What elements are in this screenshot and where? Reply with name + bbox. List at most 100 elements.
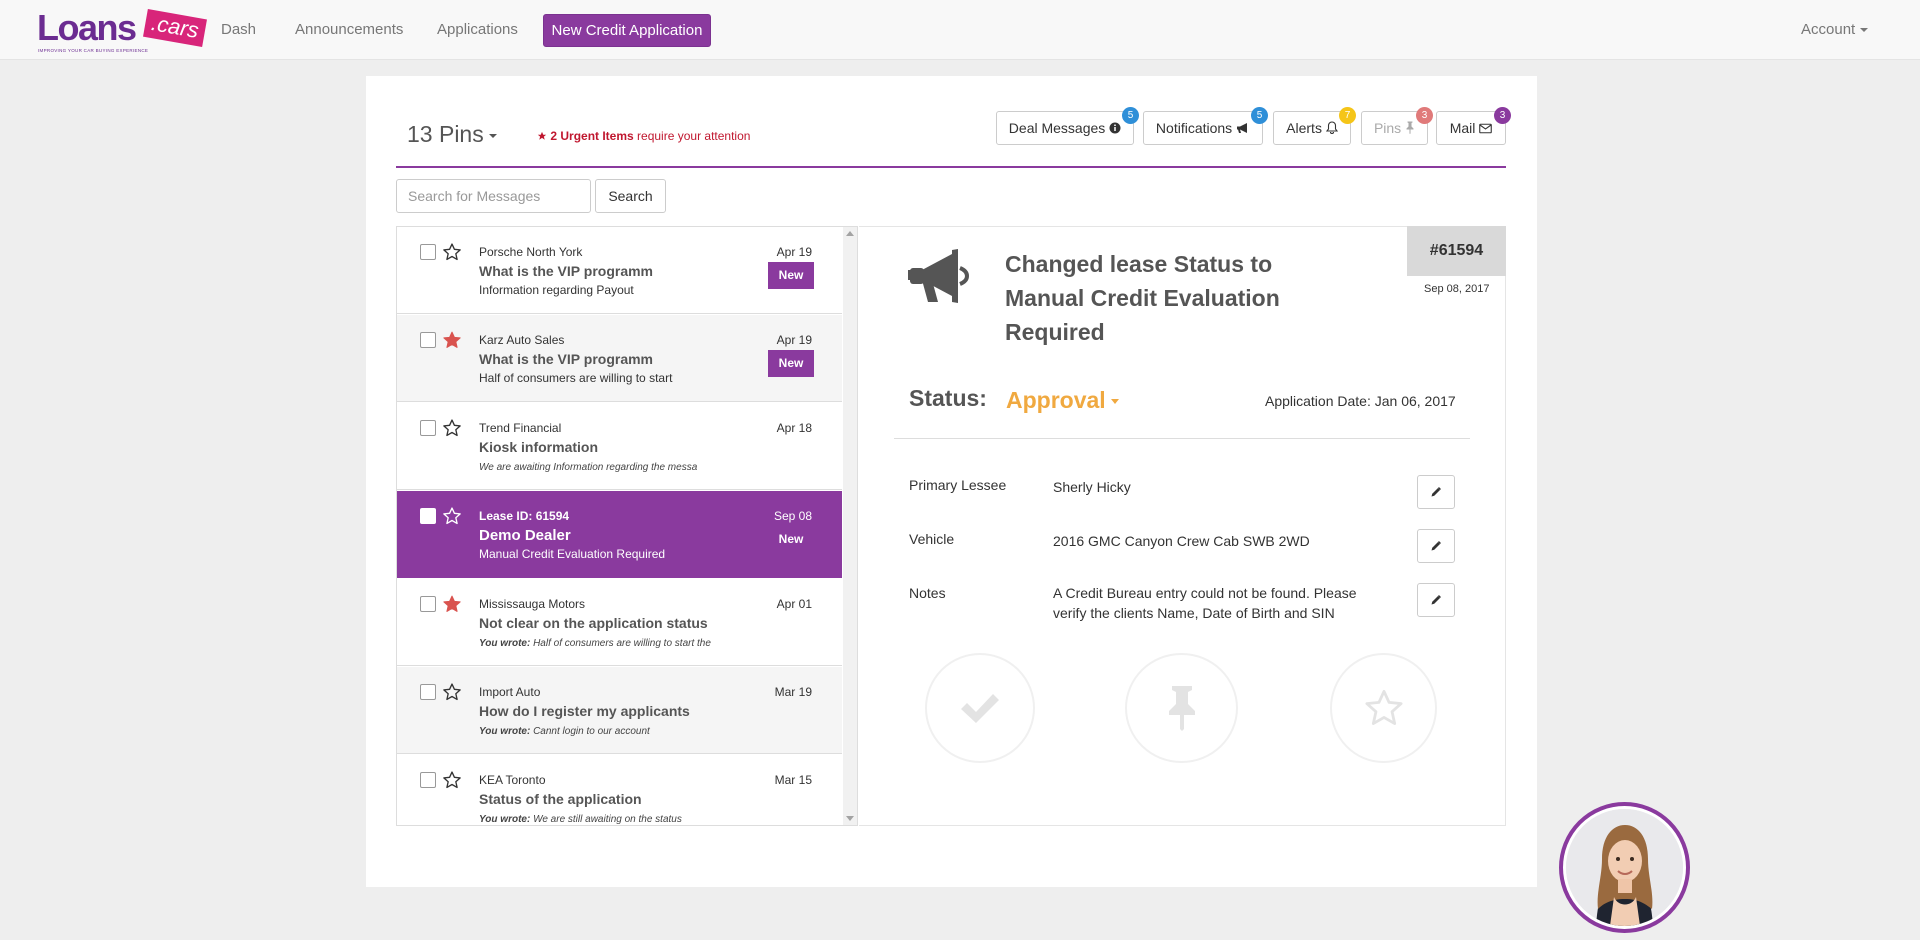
message-subject: What is the VIP programm	[479, 263, 653, 279]
message-item[interactable]: Mississauga Motors Not clear on the appl…	[397, 579, 842, 666]
preview-prefix: You wrote:	[479, 638, 531, 649]
alerts-label: Alerts	[1286, 120, 1322, 136]
pencil-icon	[1431, 487, 1441, 497]
edit-primary-lessee-button[interactable]	[1417, 475, 1455, 509]
approve-action-button[interactable]	[925, 653, 1035, 763]
star-outline-icon[interactable]	[442, 418, 462, 438]
pencil-icon	[1431, 595, 1441, 605]
top-navbar: Loans .cars IMPROVING YOUR CAR BUYING EX…	[0, 0, 1920, 60]
message-checkbox[interactable]	[420, 684, 436, 700]
preview-text: Half of consumers are willing to start t…	[530, 638, 711, 649]
star-outline-icon[interactable]	[442, 682, 462, 702]
star-filled-icon[interactable]	[442, 594, 462, 614]
preview-prefix: You wrote:	[479, 726, 531, 737]
notes-value: A Credit Bureau entry could not be found…	[1053, 585, 1357, 621]
search-button[interactable]: Search	[595, 179, 666, 213]
nav-announcements-link[interactable]: Announcements	[295, 21, 403, 38]
pencil-icon	[1431, 541, 1441, 551]
alerts-button[interactable]: Alerts 7	[1273, 107, 1356, 145]
header-divider	[396, 166, 1506, 168]
new-badge: New	[778, 532, 804, 546]
message-date: Apr 01	[776, 597, 812, 611]
message-checkbox[interactable]	[420, 508, 436, 524]
message-preview: You wrote: Half of consumers are willing…	[479, 638, 711, 649]
message-item[interactable]: Import Auto How do I register my applica…	[397, 667, 842, 754]
pins-dropdown[interactable]: 13 Pins	[407, 121, 497, 148]
nav-applications-link[interactable]: Applications	[437, 21, 518, 38]
message-item-selected[interactable]: Lease ID: 61594 Demo Dealer Manual Credi…	[397, 491, 842, 578]
scroll-up-arrow-icon[interactable]	[846, 231, 854, 236]
message-sender: Lease ID: 61594	[479, 509, 570, 523]
mail-label: Mail	[1449, 120, 1476, 136]
primary-lessee-label: Primary Lessee	[909, 477, 1007, 493]
star-action-button[interactable]	[1330, 653, 1437, 763]
bullhorn-icon	[1237, 123, 1248, 133]
scroll-down-arrow-icon[interactable]	[846, 816, 854, 821]
message-sender: Mississauga Motors	[479, 597, 586, 611]
loans-cars-logo[interactable]: Loans .cars IMPROVING YOUR CAR BUYING EX…	[37, 7, 207, 54]
notifications-badge: 5	[1251, 107, 1268, 124]
alerts-badge: 7	[1339, 107, 1356, 124]
star-outline-icon[interactable]	[442, 770, 462, 790]
message-checkbox[interactable]	[420, 420, 436, 436]
message-checkbox[interactable]	[420, 596, 436, 612]
message-date: Mar 19	[774, 685, 812, 699]
notifications-button[interactable]: Notifications 5	[1143, 107, 1268, 145]
message-date: Apr 19	[776, 245, 812, 259]
preview-prefix: You wrote:	[479, 814, 531, 825]
info-circle-icon	[1109, 122, 1121, 134]
message-checkbox[interactable]	[420, 244, 436, 260]
account-label: Account	[1801, 21, 1856, 38]
logo-tagline: IMPROVING YOUR CAR BUYING EXPERIENCE	[38, 48, 149, 53]
deal-messages-button[interactable]: Deal Messages 5	[996, 107, 1139, 145]
bell-icon	[1325, 121, 1338, 134]
caret-down-icon	[1860, 28, 1869, 33]
edit-notes-button[interactable]	[1417, 583, 1455, 617]
star-outline-icon[interactable]	[442, 242, 462, 262]
star-outline-icon[interactable]	[442, 506, 462, 526]
message-checkbox[interactable]	[420, 332, 436, 348]
mail-button[interactable]: Mail 3	[1436, 107, 1511, 145]
person-portrait-icon	[1566, 809, 1683, 926]
preview-text: Cannt login to our account	[530, 726, 650, 737]
lease-id-date: Sep 08, 2017	[1424, 283, 1490, 295]
urgent-suffix: require your attention	[633, 129, 751, 143]
message-item[interactable]: KEA Toronto Status of the application Yo…	[397, 755, 842, 825]
message-item[interactable]: Trend Financial Kiosk information We are…	[397, 403, 842, 490]
message-preview: You wrote: Cannt login to our account	[479, 726, 650, 737]
star-filled-icon[interactable]	[442, 330, 462, 350]
application-date: Application Date: Jan 06, 2017	[1265, 393, 1456, 409]
message-preview: We are awaiting Information regarding th…	[479, 462, 698, 473]
message-preview: Half of consumers are willing to start	[479, 371, 673, 385]
message-subject: Kiosk information	[479, 439, 599, 455]
status-dropdown[interactable]: Approval	[1006, 387, 1119, 414]
message-sender: KEA Toronto	[479, 773, 546, 787]
message-item[interactable]: Porsche North York What is the VIP progr…	[397, 227, 842, 314]
support-agent-avatar[interactable]	[1559, 802, 1690, 933]
status-label: Status:	[909, 385, 987, 411]
pin-icon	[1406, 121, 1414, 134]
new-credit-application-button[interactable]: New Credit Application	[543, 14, 711, 47]
pins-button[interactable]: Pins 3	[1361, 107, 1433, 145]
pins-label: Pins	[1373, 120, 1402, 136]
primary-lessee-value: Sherly Hicky	[1053, 479, 1131, 495]
star-icon	[537, 131, 547, 140]
message-item[interactable]: Karz Auto Sales What is the VIP programm…	[397, 315, 842, 402]
message-subject: Demo Dealer	[479, 527, 571, 544]
vehicle-value: 2016 GMC Canyon Crew Cab SWB 2WD	[1053, 533, 1310, 549]
footer-strip	[0, 940, 1920, 944]
vehicle-label: Vehicle	[909, 531, 955, 547]
message-subject: Not clear on the application status	[479, 615, 708, 631]
edit-vehicle-button[interactable]	[1417, 529, 1455, 563]
account-dropdown[interactable]: Account	[1801, 21, 1869, 38]
logo-word: Loans	[37, 7, 137, 48]
nav-dash-link[interactable]: Dash	[221, 21, 256, 38]
deal-messages-badge: 5	[1122, 107, 1139, 124]
message-checkbox[interactable]	[420, 772, 436, 788]
lease-id-box: #61594	[1407, 226, 1506, 276]
status-value: Approval	[1006, 387, 1106, 413]
pin-action-button[interactable]	[1125, 653, 1238, 763]
urgent-items-notice[interactable]: 2 Urgent Items require your attention	[537, 129, 750, 143]
search-messages-input[interactable]	[396, 179, 591, 213]
message-list-scrollbar[interactable]	[843, 227, 857, 825]
